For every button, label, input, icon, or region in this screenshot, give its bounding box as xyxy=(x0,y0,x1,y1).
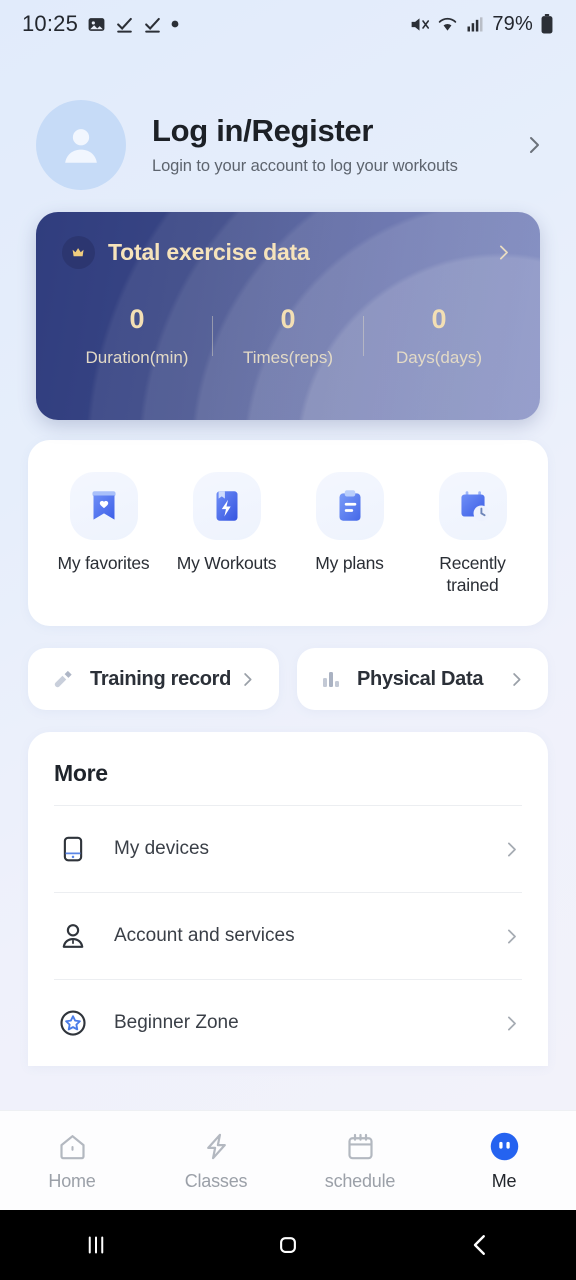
stat-value: 0 xyxy=(129,304,145,334)
person-icon xyxy=(54,921,92,951)
stat-duration: 0 Duration(min) xyxy=(62,304,212,368)
dot-icon xyxy=(171,20,179,28)
stat-times: 0 Times(reps) xyxy=(213,304,363,368)
chevron-right-icon[interactable] xyxy=(501,839,522,860)
more-row-beginner-zone[interactable]: Beginner Zone xyxy=(54,979,522,1066)
pill-label: Physical Data xyxy=(357,667,484,690)
physical-data-button[interactable]: Physical Data xyxy=(297,648,548,711)
nav-label: Classes xyxy=(184,1170,248,1191)
bookmark-heart-icon xyxy=(69,472,138,540)
lightning-icon xyxy=(200,1130,233,1163)
me-face-icon xyxy=(488,1130,521,1163)
battery-icon xyxy=(540,14,554,34)
total-exercise-card[interactable]: Total exercise data 0 Duration(min) 0 Ti… xyxy=(36,212,540,420)
pill-label: Training record xyxy=(90,667,232,690)
calendar-clock-icon xyxy=(438,472,507,540)
total-card-header: Total exercise data xyxy=(62,236,514,269)
profile-subtitle: Login to your account to log your workou… xyxy=(152,157,458,176)
more-row-account-and-services[interactable]: Account and services xyxy=(54,892,522,979)
dumbbell-icon xyxy=(50,666,76,692)
profile-text-block: Log in/Register Login to your account to… xyxy=(152,112,522,176)
checkmark-icon xyxy=(115,15,134,34)
nav-item-home[interactable]: Home xyxy=(0,1130,144,1192)
chevron-right-icon[interactable] xyxy=(493,242,514,263)
status-bar-left: 10:25 xyxy=(22,11,179,37)
home-icon xyxy=(56,1130,89,1163)
nav-item-schedule[interactable]: schedule xyxy=(288,1130,432,1192)
training-record-button[interactable]: Training record xyxy=(28,648,279,711)
quick-actions-card: My favorites My Workouts My plans Recent… xyxy=(28,440,548,627)
quick-action-recently-trained[interactable]: Recently trained xyxy=(411,472,534,596)
more-row-my-devices[interactable]: My devices xyxy=(54,805,522,892)
quick-action-label: My Workouts xyxy=(176,553,277,573)
more-row-label: My devices xyxy=(114,838,210,860)
chevron-right-icon[interactable] xyxy=(507,670,526,689)
home-square-icon[interactable] xyxy=(192,1230,384,1260)
page-title: Log in/Register xyxy=(152,112,374,148)
book-lightning-icon xyxy=(192,472,261,540)
stat-label: Times(reps) xyxy=(242,347,334,367)
nav-label: schedule xyxy=(324,1170,396,1191)
nav-item-classes[interactable]: Classes xyxy=(144,1130,288,1192)
chevron-right-icon[interactable] xyxy=(501,1013,522,1034)
quick-action-my-favorites[interactable]: My favorites xyxy=(42,472,165,596)
quick-action-label: Recently trained xyxy=(439,553,506,595)
nav-item-me[interactable]: Me xyxy=(432,1130,576,1192)
crown-icon xyxy=(62,236,95,269)
image-icon xyxy=(87,15,106,34)
bottom-navigation: Home Classes schedule Me xyxy=(0,1110,576,1210)
quick-action-label: My plans xyxy=(315,553,384,573)
checkmark-icon xyxy=(143,15,162,34)
star-circle-icon xyxy=(54,1008,92,1038)
quick-action-label: My favorites xyxy=(57,553,150,573)
stat-label: Duration(min) xyxy=(85,347,189,367)
avatar xyxy=(36,100,126,190)
android-navigation-bar xyxy=(0,1210,576,1280)
device-icon xyxy=(54,834,92,864)
total-card-title: Total exercise data xyxy=(108,239,310,265)
profile-header[interactable]: Log in/Register Login to your account to… xyxy=(0,48,576,190)
more-card: More My devices Account and services Beg… xyxy=(28,732,548,1067)
more-row-label: Account and services xyxy=(114,925,295,947)
more-section-title: More xyxy=(54,760,108,787)
quick-action-my-workouts[interactable]: My Workouts xyxy=(165,472,288,596)
status-bar-right: 79% xyxy=(409,13,554,36)
clipboard-icon xyxy=(315,472,384,540)
shortcut-pill-row: Training record Physical Data xyxy=(28,648,548,711)
stat-days: 0 Days(days) xyxy=(364,304,514,368)
chevron-right-icon[interactable] xyxy=(238,670,257,689)
stat-value: 0 xyxy=(280,304,296,334)
status-time: 10:25 xyxy=(22,11,79,36)
mute-icon xyxy=(409,14,430,35)
stat-value: 0 xyxy=(431,304,447,334)
total-card-stats: 0 Duration(min) 0 Times(reps) 0 Days(day… xyxy=(62,304,514,368)
calendar-icon xyxy=(344,1130,377,1163)
wifi-icon xyxy=(437,14,458,35)
nav-label: Home xyxy=(48,1170,96,1191)
person-avatar-icon xyxy=(65,129,97,163)
battery-percentage: 79% xyxy=(492,12,533,35)
bar-chart-icon xyxy=(319,667,343,691)
stat-label: Days(days) xyxy=(396,347,482,367)
recents-icon[interactable] xyxy=(0,1230,192,1260)
nav-label: Me xyxy=(491,1170,517,1191)
signal-icon xyxy=(465,14,485,34)
chevron-right-icon[interactable] xyxy=(501,926,522,947)
status-bar: 10:25 79% xyxy=(0,0,576,48)
more-row-label: Beginner Zone xyxy=(114,1012,239,1034)
back-chevron-icon[interactable] xyxy=(384,1230,576,1260)
chevron-right-icon[interactable] xyxy=(522,133,546,157)
quick-action-my-plans[interactable]: My plans xyxy=(288,472,411,596)
